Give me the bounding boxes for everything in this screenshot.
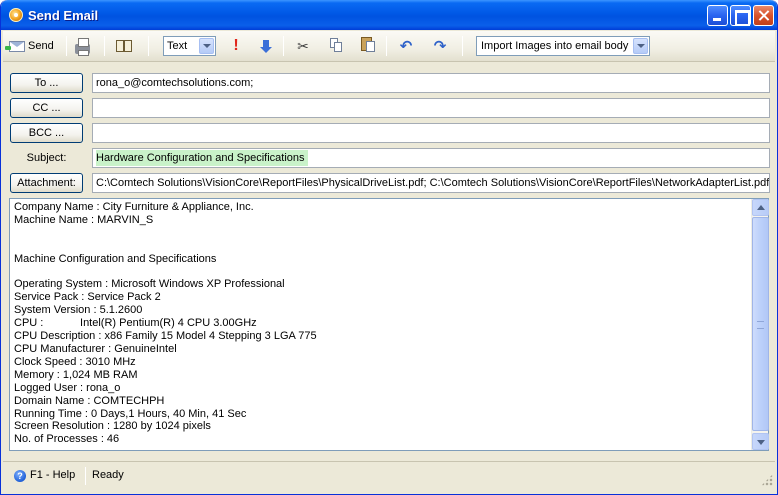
chevron-down-icon[interactable] xyxy=(633,38,648,54)
close-button[interactable] xyxy=(753,5,774,26)
help-icon: ? xyxy=(14,470,26,482)
high-priority-button[interactable]: ! xyxy=(230,35,242,57)
bcc-field[interactable] xyxy=(92,123,770,143)
send-button-label: Send xyxy=(28,40,54,52)
subject-label: Subject: xyxy=(26,152,67,164)
scroll-up-button[interactable] xyxy=(752,199,769,216)
arrow-down-icon xyxy=(260,40,272,53)
toolbar-separator xyxy=(386,36,387,56)
scroll-down-button[interactable] xyxy=(752,433,769,450)
status-text: Ready xyxy=(92,469,124,481)
send-button[interactable]: Send xyxy=(5,35,61,57)
print-button[interactable] xyxy=(75,35,93,57)
redo-icon: ↷ xyxy=(433,38,447,55)
import-images-select[interactable]: Import Images into email body xyxy=(476,36,650,56)
toolbar-separator xyxy=(148,36,149,56)
paste-button[interactable] xyxy=(360,35,376,57)
undo-icon: ↶ xyxy=(399,38,413,55)
to-button[interactable]: To ... xyxy=(10,73,83,93)
message-body-text[interactable]: Company Name : City Furniture & Applianc… xyxy=(14,201,750,449)
scroll-thumb[interactable] xyxy=(752,217,769,431)
vertical-scrollbar[interactable] xyxy=(751,199,769,450)
maximize-button[interactable] xyxy=(730,5,751,26)
format-select-value: Text xyxy=(167,40,188,52)
address-book-icon xyxy=(116,40,132,52)
subject-value: Hardware Configuration and Specification… xyxy=(96,150,308,166)
toolbar-separator xyxy=(462,36,463,56)
status-separator xyxy=(85,467,86,485)
app-icon xyxy=(9,8,23,22)
to-field[interactable]: rona_o@comtechsolutions.com; xyxy=(92,73,770,93)
toolbar-separator xyxy=(283,36,284,56)
toolbar-separator xyxy=(104,36,105,56)
redo-button[interactable]: ↷ xyxy=(433,35,447,57)
send-mail-icon xyxy=(5,40,25,52)
undo-button[interactable]: ↶ xyxy=(399,35,413,57)
cut-button[interactable]: ✂ xyxy=(296,35,310,57)
low-priority-button[interactable] xyxy=(260,35,272,57)
printer-icon xyxy=(75,37,90,56)
title-bar[interactable]: Send Email xyxy=(1,0,777,30)
send-email-window: Send Email Send Text ! ✂ ↶ ↷ Import Imag… xyxy=(0,0,778,495)
scissors-icon: ✂ xyxy=(297,37,309,54)
toolbar: Send Text ! ✂ ↶ ↷ Import Images into ema… xyxy=(3,31,775,62)
bcc-button[interactable]: BCC ... xyxy=(10,123,83,143)
attachment-button[interactable]: Attachment: xyxy=(10,173,83,193)
resize-grip-icon[interactable] xyxy=(761,474,773,486)
import-images-select-value: Import Images into email body xyxy=(481,40,629,52)
chevron-down-icon[interactable] xyxy=(199,38,214,54)
cc-field[interactable] xyxy=(92,98,770,118)
format-select[interactable]: Text xyxy=(163,36,216,56)
help-hint: F1 - Help xyxy=(30,469,76,481)
copy-button[interactable] xyxy=(328,35,344,57)
window-title: Send Email xyxy=(28,8,99,23)
status-bar: ? F1 - Help Ready xyxy=(3,461,775,488)
message-body[interactable]: Company Name : City Furniture & Applianc… xyxy=(9,198,769,451)
cc-button[interactable]: CC ... xyxy=(10,98,83,118)
exclamation-icon: ! xyxy=(233,37,239,54)
subject-field[interactable]: Hardware Configuration and Specification… xyxy=(92,148,770,168)
minimize-button[interactable] xyxy=(707,5,728,26)
address-book-button[interactable] xyxy=(116,35,134,57)
toolbar-separator xyxy=(66,36,67,56)
attachment-field[interactable]: C:\Comtech Solutions\VisionCore\ReportFi… xyxy=(92,173,770,193)
